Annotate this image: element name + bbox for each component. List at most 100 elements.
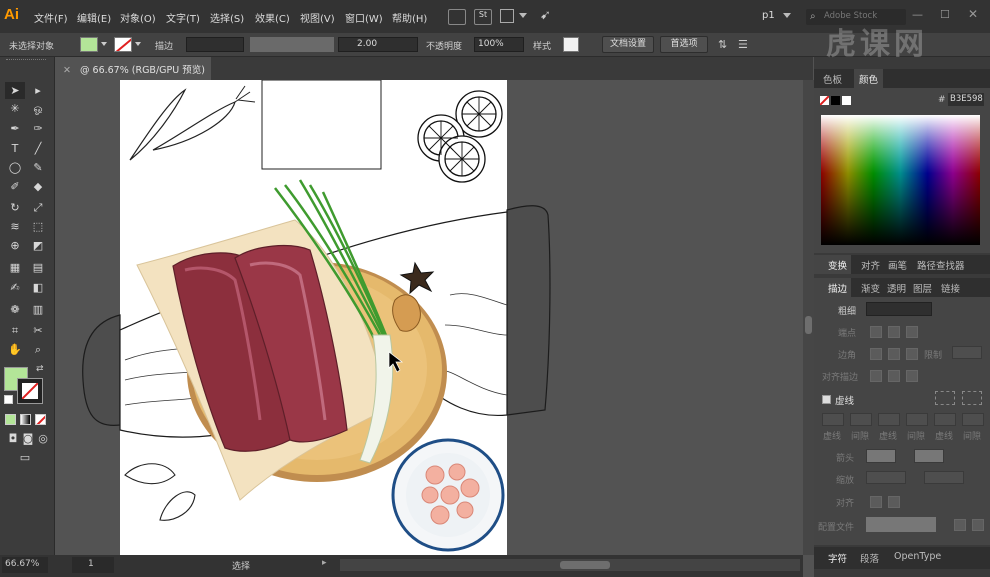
chevron-down-icon[interactable]: [101, 42, 107, 46]
stroke-swatch[interactable]: [114, 37, 132, 52]
limit-field[interactable]: [952, 346, 982, 359]
chevron-down-icon[interactable]: [783, 13, 791, 18]
end-scale-field[interactable]: [924, 471, 964, 484]
shaper-icon[interactable]: ✐: [5, 178, 25, 195]
blend-icon[interactable]: ◧: [28, 279, 48, 296]
align-center-icon[interactable]: [870, 370, 882, 382]
tab-layers[interactable]: 图层: [913, 281, 932, 295]
canvas[interactable]: [55, 80, 803, 555]
tab-pathfinder[interactable]: 路径查找器: [917, 258, 965, 272]
artboard-tool-icon[interactable]: ⌗: [5, 322, 25, 339]
gradient-mode-icon[interactable]: [20, 414, 31, 425]
menu-view[interactable]: 视图(V): [300, 10, 335, 25]
tab-swatches[interactable]: 色板: [823, 72, 842, 86]
vertical-scrollbar[interactable]: [803, 80, 814, 555]
square-cap-icon[interactable]: [906, 326, 918, 338]
tab-transform[interactable]: 变换: [814, 255, 852, 274]
hscroll-thumb[interactable]: [560, 561, 610, 569]
slice-tool-icon[interactable]: ✂: [28, 322, 48, 339]
menu-type[interactable]: 文字(T): [166, 10, 200, 25]
selection-tool-icon[interactable]: ➤: [5, 82, 25, 99]
artboard-number-field[interactable]: 1: [72, 557, 114, 573]
eraser-icon[interactable]: ◆: [28, 178, 48, 195]
menu-effect[interactable]: 效果(C): [255, 10, 290, 25]
dash-field-1[interactable]: [822, 413, 844, 426]
menu-edit[interactable]: 编辑(E): [77, 10, 111, 25]
gradient-icon[interactable]: ▤: [28, 259, 48, 276]
start-arrow-select[interactable]: [866, 449, 896, 463]
scroll-thumb[interactable]: [805, 316, 812, 334]
stroke-weight-field[interactable]: [186, 37, 244, 52]
opacity-field[interactable]: 100%: [474, 37, 524, 52]
tab-align[interactable]: 对齐: [861, 258, 880, 272]
close-tab-icon[interactable]: ✕: [63, 65, 71, 76]
ellipse-tool-icon[interactable]: ◯: [5, 159, 25, 176]
curvature-icon[interactable]: ✑: [28, 120, 48, 137]
panel-menu-icon[interactable]: ☰: [738, 38, 748, 51]
profile-select[interactable]: [866, 517, 936, 532]
gap-field-1[interactable]: [850, 413, 872, 426]
bridge-icon[interactable]: [448, 9, 466, 25]
scale-icon[interactable]: ⤢: [28, 199, 48, 216]
end-arrow-select[interactable]: [914, 449, 944, 463]
color-mode-icon[interactable]: [5, 414, 16, 425]
width-tool-icon[interactable]: ≋: [5, 218, 25, 235]
perspective-icon[interactable]: ◩: [28, 237, 48, 254]
arrow-place-icon[interactable]: [888, 496, 900, 508]
chevron-down-icon[interactable]: [135, 42, 141, 46]
document-setup-button[interactable]: 文档设置: [602, 36, 654, 53]
rotate-icon[interactable]: ↻: [5, 199, 25, 216]
menu-select[interactable]: 选择(S): [210, 10, 244, 25]
variable-width-profile[interactable]: [250, 37, 334, 52]
dash-field-3[interactable]: [934, 413, 956, 426]
tab-character[interactable]: 字符: [828, 551, 847, 565]
tab-color[interactable]: 颜色: [854, 69, 884, 88]
gpu-performance-icon[interactable]: ➹: [540, 8, 551, 23]
close-icon[interactable]: ✕: [968, 7, 978, 21]
direct-selection-icon[interactable]: ▸: [28, 82, 48, 99]
menu-help[interactable]: 帮助(H): [392, 10, 427, 25]
hand-tool-icon[interactable]: ✋: [5, 341, 25, 358]
line-tool-icon[interactable]: ╱: [28, 140, 48, 157]
type-tool-icon[interactable]: T: [5, 140, 25, 157]
arrow-extend-icon[interactable]: [870, 496, 882, 508]
menu-file[interactable]: 文件(F): [34, 10, 68, 25]
preferences-button[interactable]: 首选项: [660, 36, 708, 53]
flip-across-icon[interactable]: [972, 519, 984, 531]
horizontal-scrollbar[interactable]: [340, 559, 800, 571]
chevron-down-icon[interactable]: [519, 13, 527, 18]
bevel-join-icon[interactable]: [906, 348, 918, 360]
swap-colors-icon[interactable]: ⇄: [36, 364, 44, 374]
arrange-icon[interactable]: ⇅: [718, 38, 727, 51]
stock-icon[interactable]: St: [474, 9, 492, 25]
magic-wand-icon[interactable]: ✳: [5, 100, 25, 117]
flip-along-icon[interactable]: [954, 519, 966, 531]
brush-definition[interactable]: 2.00: [338, 37, 418, 52]
lasso-icon[interactable]: ஓ: [28, 100, 48, 117]
miter-join-icon[interactable]: [870, 348, 882, 360]
black-color-icon[interactable]: [831, 96, 840, 105]
menu-object[interactable]: 对象(O): [120, 10, 156, 25]
dash-align-corners-icon[interactable]: [935, 391, 955, 405]
default-colors-icon[interactable]: [4, 395, 13, 404]
weight-field[interactable]: [866, 302, 932, 316]
paintbrush-icon[interactable]: ✎: [28, 159, 48, 176]
toolbox-grip[interactable]: [6, 59, 46, 62]
mesh-icon[interactable]: ▦: [5, 259, 25, 276]
none-mode-icon[interactable]: [35, 414, 46, 425]
hex-input[interactable]: B3E598: [948, 93, 984, 106]
tab-gradient[interactable]: 渐变: [861, 281, 880, 295]
status-menu-arrow[interactable]: ▸: [322, 558, 327, 568]
tab-links[interactable]: 链接: [941, 281, 960, 295]
align-outside-icon[interactable]: [906, 370, 918, 382]
color-spectrum[interactable]: [821, 115, 980, 245]
tab-paragraph[interactable]: 段落: [860, 551, 879, 565]
tab-stroke[interactable]: 描边: [814, 278, 852, 297]
graphic-style-swatch[interactable]: [563, 37, 579, 52]
gap-field-2[interactable]: [906, 413, 928, 426]
column-graph-icon[interactable]: ▥: [28, 301, 48, 318]
butt-cap-icon[interactable]: [870, 326, 882, 338]
round-join-icon[interactable]: [888, 348, 900, 360]
fill-swatch[interactable]: [80, 37, 98, 52]
tab-transparency[interactable]: 透明: [887, 281, 906, 295]
